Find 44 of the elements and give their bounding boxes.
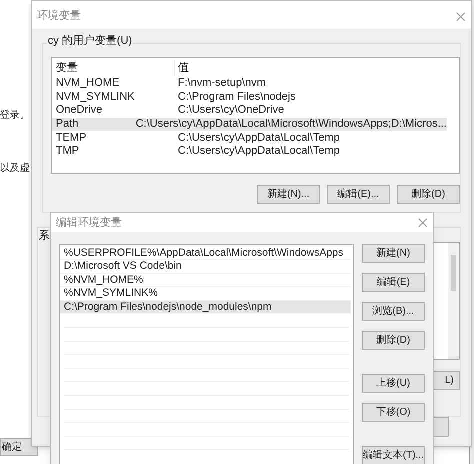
list-item[interactable]: D:\Microsoft VS Code\bin [60,260,351,274]
dialog-button[interactable]: 编辑(E) [362,272,425,292]
table-row[interactable]: TEMP C:\Users\cy\AppData\Local\Temp [52,131,447,145]
table-row[interactable]: Path C:\Users\cy\AppData\Local\Microsoft\WindowsApps;D:\Micros... [52,118,447,132]
table-row[interactable]: NVM_HOME F:\nvm-setup\nvm [52,77,447,91]
close-icon[interactable] [456,12,466,22]
dialog-button[interactable]: 新建(N)... [257,185,320,204]
dialog-button[interactable]: 编辑文本(T)... [362,446,425,464]
list-item[interactable]: C:\Program Files\nodejs\node_modules\npm [60,300,351,314]
window-title: 环境变量 [37,8,81,24]
dialog-button[interactable]: 下移(O) [362,402,425,422]
list-item[interactable]: %USERPROFILE%\AppData\Local\Microsoft\WindowsApps [60,246,351,260]
table-cell-text: C:\Users\cy\OneDrive [177,105,284,116]
dialog-button[interactable]: 上移(U) [362,374,425,392]
table-cell-text: C:\Program Files\nodejs [177,92,296,103]
scrollbar[interactable] [448,243,459,359]
dialog-button[interactable]: 浏览(B)... [362,302,425,320]
table-cell-text: F:\nvm-setup\nvm [177,78,266,90]
text-fragment: 以及虚 [0,162,30,174]
window-title: 编辑环境变量 [56,216,122,231]
table-cell-text: NVM_HOME [55,78,121,90]
table-row[interactable]: NVM_SYMLINK C:\Program Files\nodejs [52,90,447,104]
table-cell-text: TEMP [55,132,88,144]
dialog-button[interactable]: 删除(D) [362,330,425,350]
dialog-button[interactable]: 新建(N) [362,244,425,262]
table-cell-text: C:\Users\cy\AppData\Local\Temp [177,132,340,144]
table-cell-text: C:\Users\cy\AppData\Local\Temp [177,146,340,158]
table-cell-text: TMP [55,146,80,158]
table-cell-text: C:\Users\cy\AppData\Local\Microsoft\WindowsApps;D:\Micros... [134,119,447,130]
close-icon[interactable] [418,218,428,228]
group-label: 系 [39,228,50,244]
list-item[interactable]: %NVM_HOME% [60,274,351,288]
ok-button[interactable]: 确定 [0,438,38,456]
group-label: cy 的用户变量(U) [47,33,134,50]
dialog-button[interactable]: 编辑(E)... [327,185,390,204]
table-row[interactable]: TMP C:\Users\cy\AppData\Local\Temp [52,144,447,159]
table-cell-text: OneDrive [55,105,104,116]
column-header[interactable]: 值 [175,60,459,76]
table-row[interactable]: OneDrive C:\Users\cy\OneDrive [52,104,447,118]
text-fragment: 登录。 [0,109,30,121]
table-cell-text: NVM_SYMLINK [55,92,136,103]
dialog-button[interactable]: 删除(D) [397,185,460,204]
column-header[interactable]: 变量 [52,60,175,76]
table-cell-text: Path [55,119,80,130]
